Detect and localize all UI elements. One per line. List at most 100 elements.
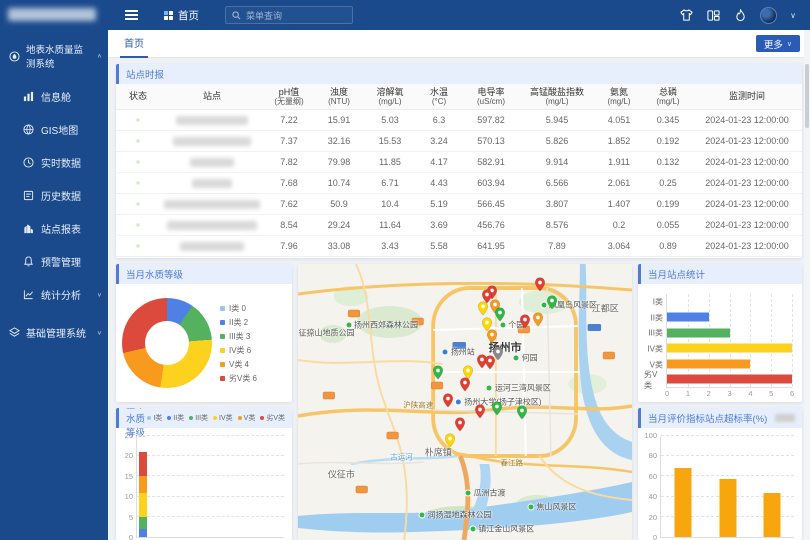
map-label: 仪征捺山地质公园: [298, 328, 355, 339]
legend-item[interactable]: III类: [189, 413, 208, 423]
station-report-title: 站点时报: [126, 67, 164, 81]
exceed-rate-title: 当月评价指标站点超标率(%): [648, 411, 767, 425]
map-label: 镇江金山风景区: [469, 523, 534, 534]
breadcrumb-home[interactable]: 首页: [164, 8, 199, 23]
station-pin-green[interactable]: [546, 295, 557, 310]
station-pin-red[interactable]: [460, 377, 471, 392]
sidebar-item-6[interactable]: 预警管理: [0, 245, 108, 278]
map-label: 何园: [513, 352, 538, 363]
time-cell: 2024-01-23 12:00:00: [692, 157, 802, 167]
exceed-rate-blurred-link[interactable]: [775, 414, 795, 422]
poi-icon: [499, 321, 506, 328]
more-button[interactable]: 更多∨: [756, 35, 800, 52]
dashboard-icon: [22, 91, 34, 103]
station-pin-red[interactable]: [454, 417, 465, 432]
column-header: 监测时间: [692, 91, 802, 101]
theme-skin-icon[interactable]: [679, 8, 693, 22]
legend-item[interactable]: IV类: [213, 413, 233, 423]
station-pin-orange[interactable]: [486, 329, 497, 344]
poi-icon: [442, 349, 449, 356]
value-cell: 1.852: [594, 136, 644, 146]
page-scrollbar[interactable]: [804, 30, 810, 540]
legend-item[interactable]: V类 4: [220, 359, 257, 370]
table-row[interactable]: 7.6250.910.45.19566.453.8071.4070.199202…: [116, 194, 802, 215]
station-pin-yellow[interactable]: [478, 301, 489, 316]
map-label: 运河三湾风景区: [486, 383, 551, 394]
topbar: 首页 菜单查询 ∨: [0, 0, 810, 30]
sidebar-item-4[interactable]: 历史数据: [0, 179, 108, 212]
system-circle-icon: [8, 50, 20, 62]
value-cell: 582.91: [462, 157, 520, 167]
table-row[interactable]: 7.3732.1615.533.24570.135.8261.8520.1922…: [116, 131, 802, 152]
station-name-blurred: [160, 179, 264, 188]
chevron-down-icon: ∨: [97, 291, 102, 297]
legend-item[interactable]: II类: [167, 413, 184, 423]
station-pin-red[interactable]: [475, 404, 486, 419]
sidebar-group-base-system[interactable]: 基础管理系统 ∨: [0, 311, 108, 350]
table-row[interactable]: 7.8279.9811.854.17582.919.9141.9110.1322…: [116, 152, 802, 173]
legend-item[interactable]: 劣V类: [260, 413, 285, 423]
value-cell: 4.051: [594, 115, 644, 125]
legend-item[interactable]: I类: [147, 413, 162, 423]
scrollbar-thumb[interactable]: [805, 64, 809, 128]
annual-grade-chart: 0510152025123456789101112: [120, 436, 284, 538]
station-pin-red[interactable]: [535, 277, 546, 292]
station-name-blurred: [160, 221, 264, 230]
legend-item[interactable]: II类 2: [220, 317, 257, 328]
tab-home[interactable]: 首页: [120, 30, 148, 58]
hbar-III类: [667, 328, 730, 337]
user-menu-chevron-icon[interactable]: ∨: [790, 11, 796, 20]
value-cell: 6.71: [364, 178, 416, 188]
station-pin-yellow[interactable]: [444, 433, 455, 448]
legend-item[interactable]: 劣V类 6: [220, 373, 257, 384]
value-cell: 456.76: [462, 220, 520, 230]
legend-item[interactable]: III类 3: [220, 331, 257, 342]
user-avatar[interactable]: [760, 7, 777, 24]
value-cell: 0.132: [644, 157, 692, 167]
table-header-row: 状态站点pH值(无量纲)浊度(NTU)溶解氧(mg/L)水温(°C)电导率(uS…: [116, 84, 802, 110]
station-pin-red[interactable]: [520, 314, 531, 329]
station-pin-green[interactable]: [433, 365, 444, 380]
menu-search-input[interactable]: 菜单查询: [225, 6, 353, 24]
sidebar-item-7[interactable]: 统计分析∨: [0, 278, 108, 311]
sidebar-item-3[interactable]: 实时数据: [0, 146, 108, 179]
value-cell: 15.91: [314, 115, 364, 125]
table-row[interactable]: 7.2215.915.036.3597.825.9454.0510.345202…: [116, 110, 802, 131]
main-content: 站点时报 状态站点pH值(无量纲)浊度(NTU)溶解氧(mg/L)水温(°C)电…: [108, 58, 810, 540]
layout-columns-icon[interactable]: [706, 8, 720, 22]
sidebar-group-water-system[interactable]: 地表水质量监测系统 ∧: [0, 30, 108, 80]
time-cell: 2024-01-23 12:00:00: [692, 115, 802, 125]
sidebar-item-2[interactable]: GIS地图: [0, 113, 108, 146]
bar-总磷: [763, 493, 780, 537]
map-label: 扬州西郊森林公园: [345, 319, 418, 330]
value-cell: 5.19: [416, 199, 462, 209]
sidebar-item-5[interactable]: 站点报表: [0, 212, 108, 245]
sidebar-item-1[interactable]: 信息舱: [0, 80, 108, 113]
table-row[interactable]: 7.9633.083.435.58641.957.893.0640.892024…: [116, 236, 802, 257]
sidebar-item-label: 站点报表: [41, 221, 81, 236]
sidebar-collapse-button[interactable]: [116, 0, 146, 30]
station-pin-green[interactable]: [491, 401, 502, 416]
gis-map-panel[interactable]: 扬州市江都区仪征市朴席镇扬州站个园何园运河三湾风景区凤凰岛风景区扬州西郊森林公园…: [298, 264, 632, 540]
station-pin-green[interactable]: [516, 405, 527, 420]
value-cell: 11.64: [364, 220, 416, 230]
legend-item[interactable]: V类: [238, 413, 256, 423]
monthly-station-title: 当月站点统计: [648, 267, 705, 281]
value-cell: 597.82: [462, 115, 520, 125]
legend-item[interactable]: IV类 6: [220, 345, 257, 356]
value-cell: 3.064: [594, 241, 644, 251]
alert-icon: [22, 256, 34, 268]
flame-icon[interactable]: [733, 8, 747, 22]
table-row[interactable]: 7.6810.746.714.43603.946.5662.0610.25202…: [116, 173, 802, 194]
station-pin-green[interactable]: [495, 307, 506, 322]
value-cell: 3.43: [364, 241, 416, 251]
table-row[interactable]: 8.5429.2411.643.69456.768.5760.20.055202…: [116, 215, 802, 236]
station-pin-red[interactable]: [485, 355, 496, 370]
poi-icon: [469, 525, 476, 532]
legend-item[interactable]: I类 0: [220, 303, 257, 314]
monthly-grade-donut-chart: [122, 298, 212, 388]
station-pin-red[interactable]: [443, 393, 454, 408]
station-pin-orange[interactable]: [533, 312, 544, 327]
base-system-icon: [8, 327, 20, 339]
monthly-station-panel: 当月站点统计 I类II类III类IV类V类劣V类0123456: [638, 264, 802, 402]
